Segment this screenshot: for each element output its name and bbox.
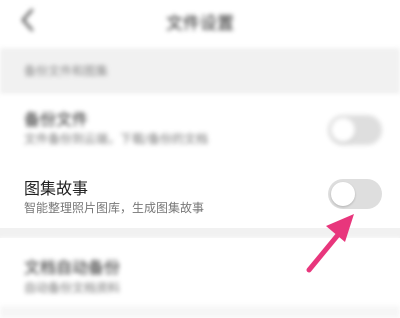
toggle-knob	[331, 182, 355, 206]
gallery-story-toggle[interactable]	[328, 179, 382, 209]
page-title: 文件设置	[166, 14, 234, 34]
setting-row-gallery-story[interactable]: 图集故事 智能整理照片图库，生成图集故事	[0, 168, 400, 228]
setting-row-auto-backup[interactable]: 文档自动备份 自动备份文档资料	[0, 238, 400, 306]
backup-toggle[interactable]	[328, 115, 382, 145]
setting-title: 文档自动备份	[24, 258, 121, 277]
top-bar: 文件设置	[0, 0, 400, 44]
setting-subtitle: 文件备份到云端，下载/备份的文档	[24, 132, 209, 146]
setting-title: 图集故事	[24, 179, 89, 198]
settings-screen: 文件设置 备份文件和图集 备份文件 文件备份到云端，下载/备份的文档 图集故事 …	[0, 0, 400, 318]
setting-subtitle: 自动备份文档资料	[24, 281, 121, 295]
section-header: 备份文件和图集	[0, 48, 400, 94]
setting-subtitle: 智能整理照片图库，生成图集故事	[24, 201, 205, 215]
toggle-knob	[331, 118, 355, 142]
setting-title: 备份文件	[24, 110, 89, 129]
section-header-label: 备份文件和图集	[24, 64, 109, 78]
section-divider	[0, 228, 400, 238]
bottom-divider	[0, 306, 400, 318]
setting-row-backup[interactable]: 备份文件 文件备份到云端，下载/备份的文档	[0, 96, 400, 168]
